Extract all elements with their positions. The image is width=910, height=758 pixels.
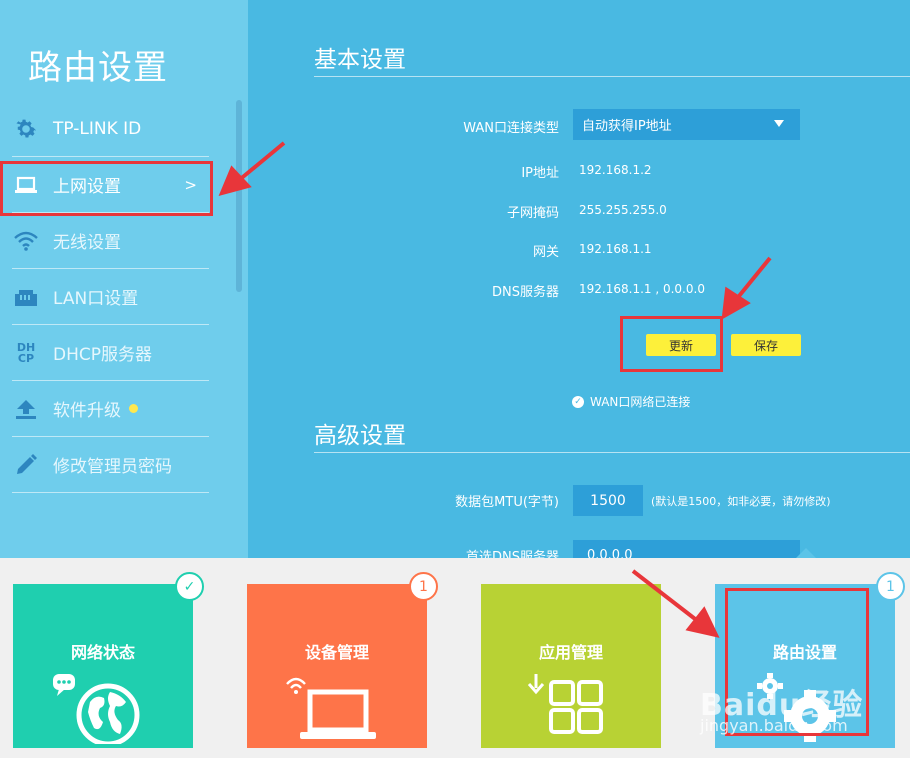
wan-type-select[interactable]: 自动获得IP地址 [573, 109, 800, 140]
sidebar: 路由设置 TP-LINK ID 上网设置 > 无线设置 LAN口设置 DH CP … [0, 0, 248, 558]
mtu-hint: (默认是1500，如非必要，请勿修改) [651, 495, 831, 508]
connection-status: ✓ WAN口网络已连接 [572, 393, 690, 410]
basic-settings-title: 基本设置 [314, 47, 406, 73]
sidebar-item-label: 软件升级 [53, 401, 121, 421]
wan-type-value: 自动获得IP地址 [582, 119, 672, 134]
wifi-icon [12, 227, 40, 255]
gateway-label: 网关 [532, 245, 559, 260]
primary-dns-label: 首选DNS服务器 [466, 550, 559, 558]
tile-title: 网络状态 [70, 643, 135, 662]
sidebar-item-label: DHCP服务器 [53, 345, 152, 365]
sidebar-item-lan[interactable]: LAN口设置 [12, 269, 209, 325]
sidebar-scrollbar[interactable] [236, 100, 242, 292]
main-panel: 基本设置 WAN口连接类型 自动获得IP地址 IP地址 192.168.1.2 … [248, 0, 910, 558]
app-grid-icon [527, 674, 603, 734]
mtu-label: 数据包MTU(字节) [455, 495, 559, 510]
divider [314, 76, 910, 77]
badge-check: ✓ [175, 572, 204, 601]
tile-network-status[interactable]: 网络状态 [13, 584, 193, 748]
pencil-icon [12, 451, 40, 479]
upload-arrow-icon [12, 395, 40, 423]
dns-label: DNS服务器 [492, 285, 559, 300]
tile-device-management[interactable]: 设备管理 [247, 584, 427, 748]
tile-app-management[interactable]: 应用管理 [481, 584, 661, 748]
tile-title: 应用管理 [538, 643, 603, 662]
sidebar-item-label: LAN口设置 [53, 289, 139, 309]
mask-label: 子网掩码 [506, 206, 559, 221]
wan-type-label: WAN口连接类型 [463, 121, 559, 136]
sidebar-item-label: 无线设置 [53, 233, 121, 253]
mtu-input[interactable]: 1500 [573, 485, 643, 516]
tile-title: 设备管理 [304, 643, 369, 662]
gear-icon [12, 115, 40, 143]
check-icon: ✓ [572, 395, 584, 408]
update-dot [129, 404, 138, 413]
ethernet-port-icon [12, 283, 40, 311]
laptop-wifi-icon [286, 677, 376, 739]
globe-chat-icon [53, 674, 140, 744]
sidebar-item-admin-password[interactable]: 修改管理员密码 [12, 437, 209, 493]
divider [314, 452, 910, 453]
primary-dns-input[interactable]: 0.0.0.0 [573, 540, 800, 558]
ip-value: 192.168.1.2 [579, 163, 652, 177]
badge-count: 1 [409, 572, 438, 601]
dns-value: 192.168.1.1 , 0.0.0.0 [579, 282, 705, 296]
sidebar-item-upgrade[interactable]: 软件升级 [12, 381, 209, 437]
connection-status-text: WAN口网络已连接 [590, 395, 691, 409]
gateway-value: 192.168.1.1 [579, 242, 652, 256]
annotation-box [0, 161, 213, 216]
annotation-box [620, 316, 723, 372]
sidebar-item-wireless[interactable]: 无线设置 [12, 213, 209, 269]
sidebar-item-label: TP-LINK ID [53, 118, 142, 139]
advanced-settings-title: 高级设置 [314, 423, 406, 449]
sidebar-item-tplink-id[interactable]: TP-LINK ID [12, 101, 209, 157]
sidebar-item-label: 修改管理员密码 [53, 457, 172, 477]
dhcp-icon: DH CP [16, 340, 36, 365]
badge-count: 1 [876, 572, 905, 601]
sidebar-item-dhcp[interactable]: DH CP DHCP服务器 [12, 325, 209, 381]
sidebar-title: 路由设置 [28, 48, 168, 88]
save-button[interactable]: 保存 [731, 334, 801, 356]
watermark-sub: jingyan.baidu.com [700, 716, 848, 735]
mask-value: 255.255.255.0 [579, 203, 667, 217]
ip-label: IP地址 [521, 166, 559, 181]
caret-down-icon [774, 120, 784, 127]
